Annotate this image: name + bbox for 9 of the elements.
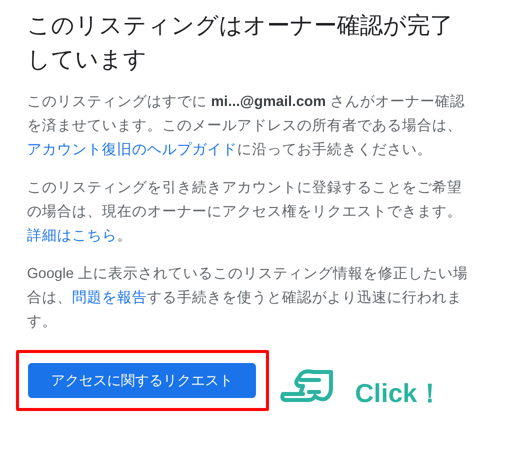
paragraph: このリスティングはすでに mi...@gmail.com さんがオーナー確認を済ませています。このメールアドレスの所有者である場合は、 アカウント復旧のヘルプガイド に沿ってお手続きください。 [27,93,466,160]
request-access-button[interactable]: アクセスに関するリクエスト [28,363,256,398]
help-link[interactable]: アカウント復旧のヘルプガイド [27,142,237,158]
help-link[interactable]: 問題を報告 [72,290,147,306]
paragraph: このリスティングを引き続きアカウントに登録することをご希望の場合は、現在のオーナーにアクセス権をリクエストできます。 詳細はこちら。 [27,179,463,246]
click-label: Click！ [355,377,444,410]
dialog-title: このリスティングはオーナー確認が完了しています [27,11,454,74]
paragraph: Google 上に表示されているこのリスティング情報を修正したい場合は、問題を報告する手続きを使うと確認がより迅速に行われます。 [27,265,469,332]
help-link[interactable]: 詳細はこちら [27,228,117,244]
